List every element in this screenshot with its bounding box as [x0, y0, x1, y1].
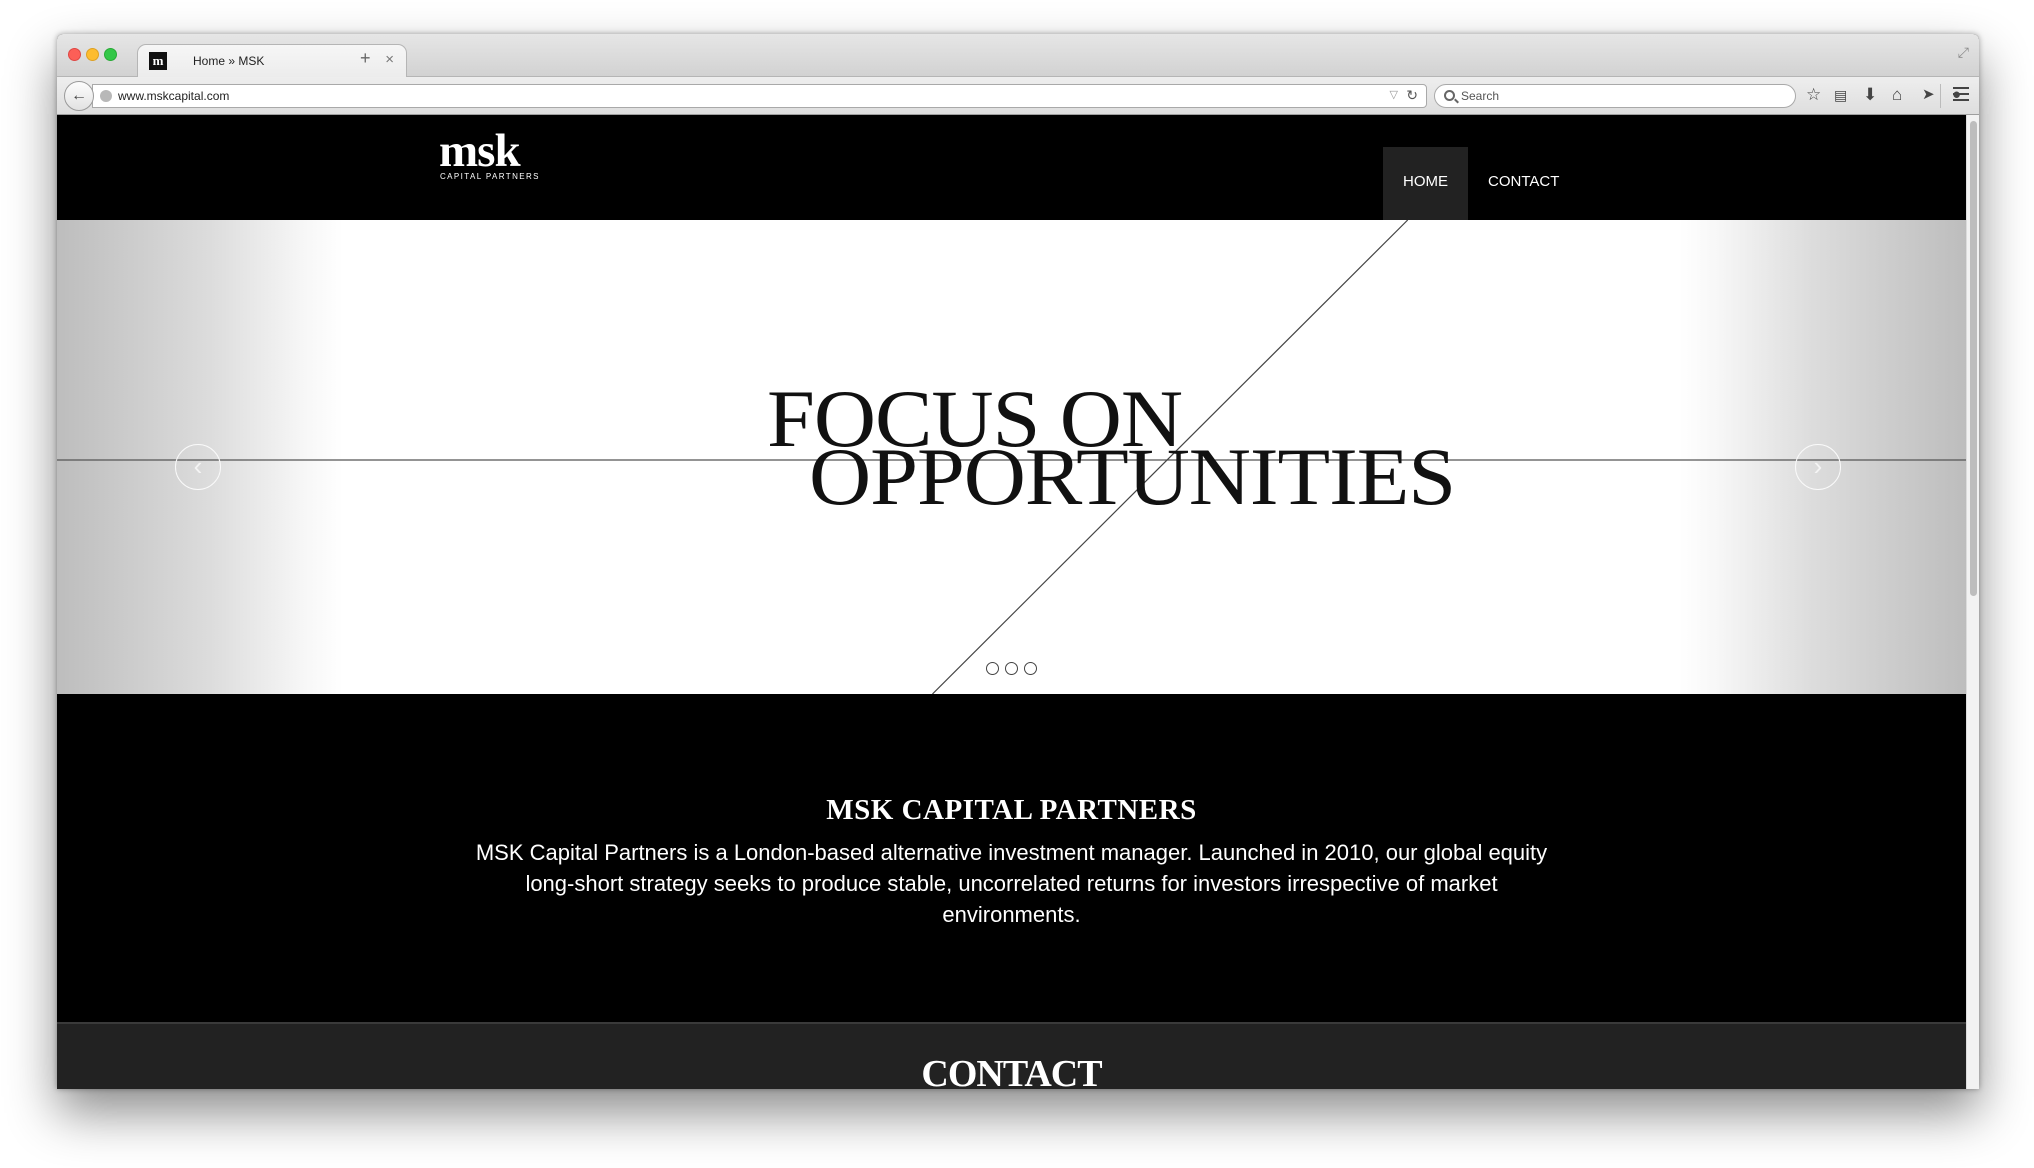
search-icon [1444, 90, 1455, 101]
scrollbar-thumb[interactable] [1970, 121, 1977, 596]
web-page: msk CAPITAL PARTNERS HOME CONTACT FOCUS … [57, 115, 1966, 1089]
fullscreen-icon[interactable]: ⤢ [1958, 44, 1969, 61]
home-icon[interactable]: ⌂ [1892, 85, 1902, 105]
back-button[interactable]: ← [64, 81, 94, 111]
about-text: MSK Capital Partners is a London-based a… [475, 840, 1548, 927]
reading-list-icon[interactable]: ▤ [1834, 85, 1847, 105]
contact-section: CONTACT [57, 1024, 1966, 1089]
url-text[interactable]: www.mskcapital.com [118, 89, 229, 103]
nav-item-contact[interactable]: CONTACT [1468, 147, 1579, 220]
slider-dot[interactable] [1024, 662, 1037, 675]
slider-dot[interactable] [986, 662, 999, 675]
slider-dot[interactable] [1005, 662, 1018, 675]
zoom-window-button[interactable] [104, 48, 117, 61]
minimize-window-button[interactable] [86, 48, 99, 61]
page-scrollbar[interactable] [1966, 115, 1979, 1089]
bookmark-star-icon[interactable]: ☆ [1806, 85, 1821, 105]
search-input[interactable] [1461, 87, 1781, 105]
tab-favicon-icon: m [149, 52, 167, 70]
site-logo[interactable]: msk CAPITAL PARTNERS [439, 127, 540, 181]
contact-heading: CONTACT [921, 1053, 1102, 1089]
close-window-button[interactable] [68, 48, 81, 61]
navigation-toolbar: www.mskcapital.com ▽ ↻ ← ☆ ▤ ⬇ ⌂ ➤ ● [57, 77, 1979, 115]
site-identity-icon[interactable] [100, 90, 112, 102]
url-dropdown-icon[interactable]: ▽ [1390, 88, 1398, 101]
main-nav: HOME CONTACT [1383, 147, 1579, 220]
about-section: MSK CAPITAL PARTNERS MSK Capital Partner… [57, 694, 1966, 1024]
menu-icon[interactable] [1953, 87, 1969, 105]
browser-window: m Home » MSK × + ⤢ www.mskcapital.com ▽ … [57, 34, 1979, 1089]
new-tab-button[interactable]: + [360, 48, 371, 69]
search-bar[interactable] [1434, 84, 1796, 108]
logo-wordmark: msk [439, 125, 521, 177]
slider-next-arrow-icon[interactable]: › [1795, 444, 1841, 490]
hero-title-line2: OPPORTUNITIES [809, 431, 1456, 522]
tab-close-icon[interactable]: × [385, 51, 394, 68]
reload-icon[interactable]: ↻ [1406, 87, 1418, 104]
page-viewport: msk CAPITAL PARTNERS HOME CONTACT FOCUS … [57, 115, 1979, 1089]
slider-prev-arrow-icon[interactable]: ‹ [175, 444, 221, 490]
site-header: msk CAPITAL PARTNERS HOME CONTACT [57, 115, 1966, 220]
hero-slider: FOCUS ON OPPORTUNITIES ‹ › [57, 220, 1966, 694]
logo-tagline: CAPITAL PARTNERS [440, 172, 540, 181]
about-heading: MSK CAPITAL PARTNERS [826, 794, 1197, 826]
back-arrow-icon: ← [71, 87, 87, 104]
tab-bar: m Home » MSK × + ⤢ [57, 34, 1979, 78]
download-icon[interactable]: ⬇ [1863, 85, 1877, 105]
nav-item-home[interactable]: HOME [1383, 147, 1468, 220]
send-icon[interactable]: ➤ [1922, 85, 1935, 105]
url-bar[interactable]: www.mskcapital.com ▽ ↻ [92, 84, 1427, 108]
toolbar-separator [1940, 84, 1941, 108]
slider-pagination [986, 662, 1037, 675]
tab-title: Home » MSK [193, 54, 265, 68]
hero-title: FOCUS ON OPPORTUNITIES [767, 378, 1456, 518]
